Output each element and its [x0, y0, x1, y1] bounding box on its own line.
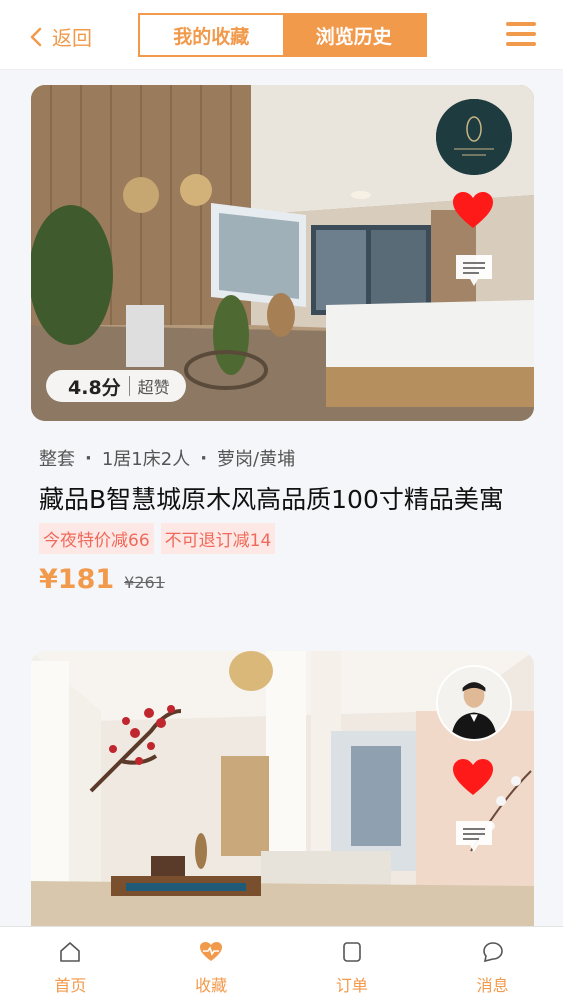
back-button[interactable]: 返回 [28, 22, 92, 51]
meta-separator: · [85, 447, 92, 469]
meta-type: 整套 [39, 449, 75, 470]
tab-orders[interactable]: 订单 [282, 927, 423, 1002]
tab-favorites[interactable]: 收藏 [141, 927, 282, 1002]
tab-home[interactable]: 首页 [0, 927, 141, 1002]
message-icon [482, 942, 503, 963]
rating-label: 超赞 [137, 378, 170, 397]
top-nav-bar: 返回 我的收藏 浏览历史 [0, 0, 563, 70]
listing-meta: 整套 · 1居1床2人 · 萝岗/黄埔 [39, 445, 534, 471]
original-price: ¥261 [124, 573, 165, 592]
tab-label: 订单 [335, 976, 368, 995]
order-icon [343, 942, 361, 962]
rating-divider [128, 376, 130, 396]
tab-browse-history[interactable]: 浏览历史 [282, 15, 425, 55]
chevron-left-icon [30, 27, 42, 46]
current-price: ¥181 [39, 564, 115, 595]
segmented-control: 我的收藏 浏览历史 [138, 13, 427, 57]
tab-label: 收藏 [195, 976, 228, 995]
home-icon [60, 942, 81, 962]
listing-photo[interactable]: 4.8分 超赞 [31, 85, 534, 421]
listing-price: ¥181 ¥261 [39, 564, 534, 595]
back-label: 返回 [52, 26, 92, 50]
host-logo-icon [436, 99, 512, 175]
tab-label: 消息 [476, 976, 509, 995]
listing-card[interactable] [31, 651, 534, 941]
meta-separator: · [200, 447, 208, 469]
host-avatar[interactable] [436, 99, 512, 175]
favorite-heart-icon[interactable] [452, 192, 494, 230]
tab-messages[interactable]: 消息 [422, 927, 563, 1002]
heart-pulse-icon [200, 942, 223, 961]
chat-icon[interactable] [454, 253, 494, 289]
tab-my-favorites[interactable]: 我的收藏 [140, 15, 283, 55]
promo-tag: 不可退订减14 [160, 523, 276, 554]
listing-photo[interactable] [31, 651, 534, 941]
rating-badge: 4.8分 超赞 [46, 370, 186, 402]
favorite-heart-icon[interactable] [452, 759, 494, 797]
listing-title[interactable]: 藏品B智慧城原木风高品质100寸精品美寓 [39, 483, 529, 517]
promo-tag: 今夜特价减66 [39, 523, 154, 554]
bottom-tab-bar: 首页 收藏 订单 消息 [0, 926, 563, 1002]
rating-score: 4.8分 [68, 376, 121, 399]
host-photo [438, 667, 510, 739]
meta-location: 萝岗/黄埔 [217, 449, 296, 470]
promo-tags: 今夜特价减66 不可退订减14 [39, 523, 534, 554]
host-avatar[interactable] [436, 665, 512, 741]
menu-icon[interactable] [506, 22, 536, 46]
meta-rooms: 1居1床2人 [101, 449, 191, 470]
listing-card[interactable]: 4.8分 超赞 整套 · 1居1床2人 · 萝岗/黄埔 藏品B智慧城原木风高品质… [31, 85, 534, 595]
chat-icon[interactable] [454, 819, 494, 855]
tab-label: 首页 [54, 976, 87, 995]
